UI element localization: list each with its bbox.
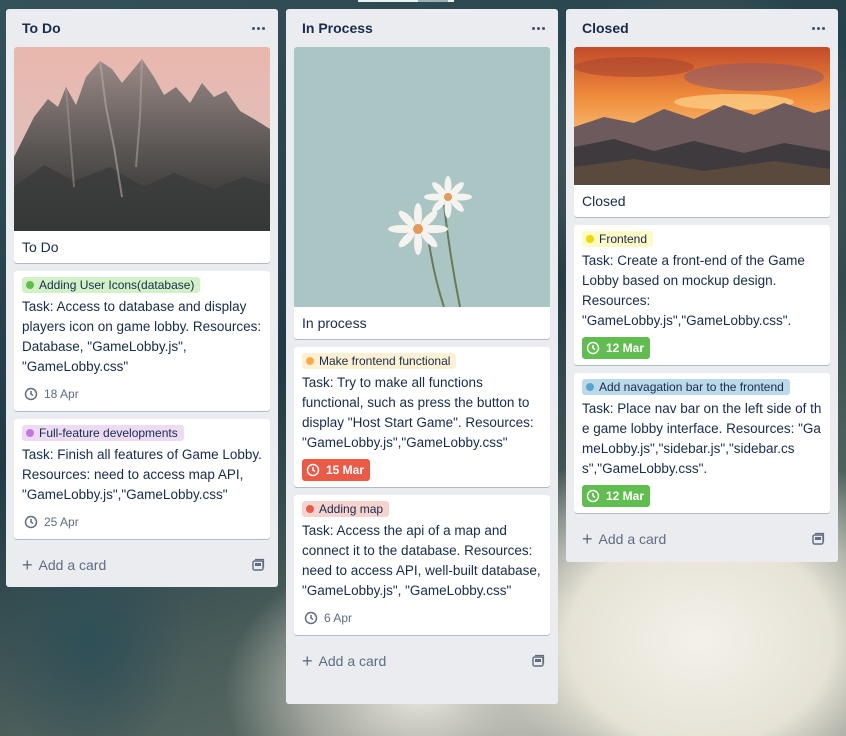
clock-icon [586, 489, 600, 503]
label-dot [586, 383, 594, 391]
cover-card[interactable]: In process [294, 47, 550, 339]
label-dot [586, 235, 594, 243]
clock-icon [24, 387, 38, 401]
card-label-text: Full-feature developments [39, 426, 178, 440]
due-date-badge[interactable]: 25 Apr [22, 511, 81, 533]
card-label-text: Adding map [319, 502, 384, 516]
card-label[interactable]: Frontend [582, 231, 654, 247]
cover-card[interactable]: Closed [574, 47, 830, 217]
label-dot [26, 281, 34, 289]
add-card-label: Add a card [38, 557, 107, 573]
card-description: Task: Try to make all functions function… [302, 375, 534, 450]
list-header: To Do [14, 9, 270, 47]
due-date-badge[interactable]: 12 Mar [582, 485, 651, 507]
clock-icon [304, 611, 318, 625]
task-card[interactable]: Frontend Task: Create a front-end of the… [574, 225, 830, 365]
due-date-text: 12 Mar [606, 489, 645, 503]
label-dot [306, 357, 314, 365]
due-date-text: 25 Apr [44, 515, 79, 529]
cover-card-title: In process [302, 315, 367, 331]
card-label[interactable]: Adding map [302, 501, 390, 517]
due-date-badge[interactable]: 15 Mar [302, 459, 371, 481]
card-label[interactable]: Add navagation bar to the frontend [582, 379, 790, 395]
card-label-text: Adding User Icons(database) [39, 278, 195, 292]
task-card[interactable]: Full-feature developments Task: Finish a… [14, 419, 270, 539]
clock-icon [24, 515, 38, 529]
list-footer: + Add a card [14, 547, 270, 583]
card-label-text: Add navagation bar to the frontend [599, 380, 784, 394]
card-label-text: Make frontend functional [319, 354, 451, 368]
card-description: Task: Place nav bar on the left side of … [582, 401, 822, 476]
top-scroll-thumb [418, 0, 448, 2]
cover-card[interactable]: To Do [14, 47, 270, 263]
plus-icon: + [302, 651, 313, 671]
card-description: Task: Access the api of a map and connec… [302, 523, 541, 598]
cover-card-title: To Do [22, 239, 59, 255]
more-horizontal-icon[interactable] [526, 16, 550, 40]
card-description: Task: Finish all features of Game Lobby.… [22, 447, 262, 502]
task-card[interactable]: Adding User Icons(database) Task: Access… [14, 271, 270, 411]
task-card[interactable]: Adding map Task: Access the api of a map… [294, 495, 550, 635]
list-title[interactable]: In Process [302, 20, 373, 36]
due-date-text: 12 Mar [606, 341, 645, 355]
list-closed: Closed Closed Frontend Task: Create a fr… [566, 9, 838, 562]
task-card[interactable]: Make frontend functional Task: Try to ma… [294, 347, 550, 487]
list-header: Closed [574, 9, 830, 47]
card-template-icon[interactable] [250, 557, 266, 573]
clock-icon [306, 463, 320, 477]
card-label[interactable]: Full-feature developments [22, 425, 184, 441]
card-description: Task: Access to database and display pla… [22, 299, 262, 374]
plus-icon: + [582, 529, 593, 549]
more-horizontal-icon[interactable] [806, 16, 830, 40]
card-template-icon[interactable] [530, 653, 546, 669]
due-date-badge[interactable]: 12 Mar [582, 337, 651, 359]
list-footer: + Add a card [294, 643, 550, 679]
list-header: In Process [294, 9, 550, 47]
list-footer: + Add a card [574, 521, 830, 557]
clock-icon [586, 341, 600, 355]
card-label-text: Frontend [599, 232, 648, 246]
cover-card-title: Closed [582, 193, 626, 209]
add-card-button[interactable]: + Add a card [582, 529, 667, 549]
card-description: Task: Create a front-end of the Game Lob… [582, 253, 805, 328]
card-label[interactable]: Make frontend functional [302, 353, 457, 369]
list-in-process: In Process In process Make frontend func… [286, 9, 558, 704]
list-title[interactable]: Closed [582, 20, 629, 36]
due-date-text: 15 Mar [326, 463, 365, 477]
list-to-do: To Do To Do Adding User Icons(database) … [6, 9, 278, 587]
add-card-label: Add a card [318, 653, 387, 669]
task-card[interactable]: Add navagation bar to the frontend Task:… [574, 373, 830, 513]
add-card-button[interactable]: + Add a card [22, 555, 107, 575]
add-card-button[interactable]: + Add a card [302, 651, 387, 671]
label-dot [26, 429, 34, 437]
due-date-text: 18 Apr [44, 387, 79, 401]
due-date-badge[interactable]: 6 Apr [302, 607, 354, 629]
add-card-label: Add a card [598, 531, 667, 547]
card-label[interactable]: Adding User Icons(database) [22, 277, 201, 293]
daisy-cover-image [294, 47, 550, 307]
more-horizontal-icon[interactable] [246, 16, 270, 40]
due-date-badge[interactable]: 18 Apr [22, 383, 81, 405]
label-dot [306, 505, 314, 513]
plus-icon: + [22, 555, 33, 575]
mountain-cover-image [14, 47, 270, 231]
card-template-icon[interactable] [810, 531, 826, 547]
due-date-text: 6 Apr [324, 611, 353, 625]
list-title[interactable]: To Do [22, 20, 61, 36]
sunset-cover-image [574, 47, 830, 185]
